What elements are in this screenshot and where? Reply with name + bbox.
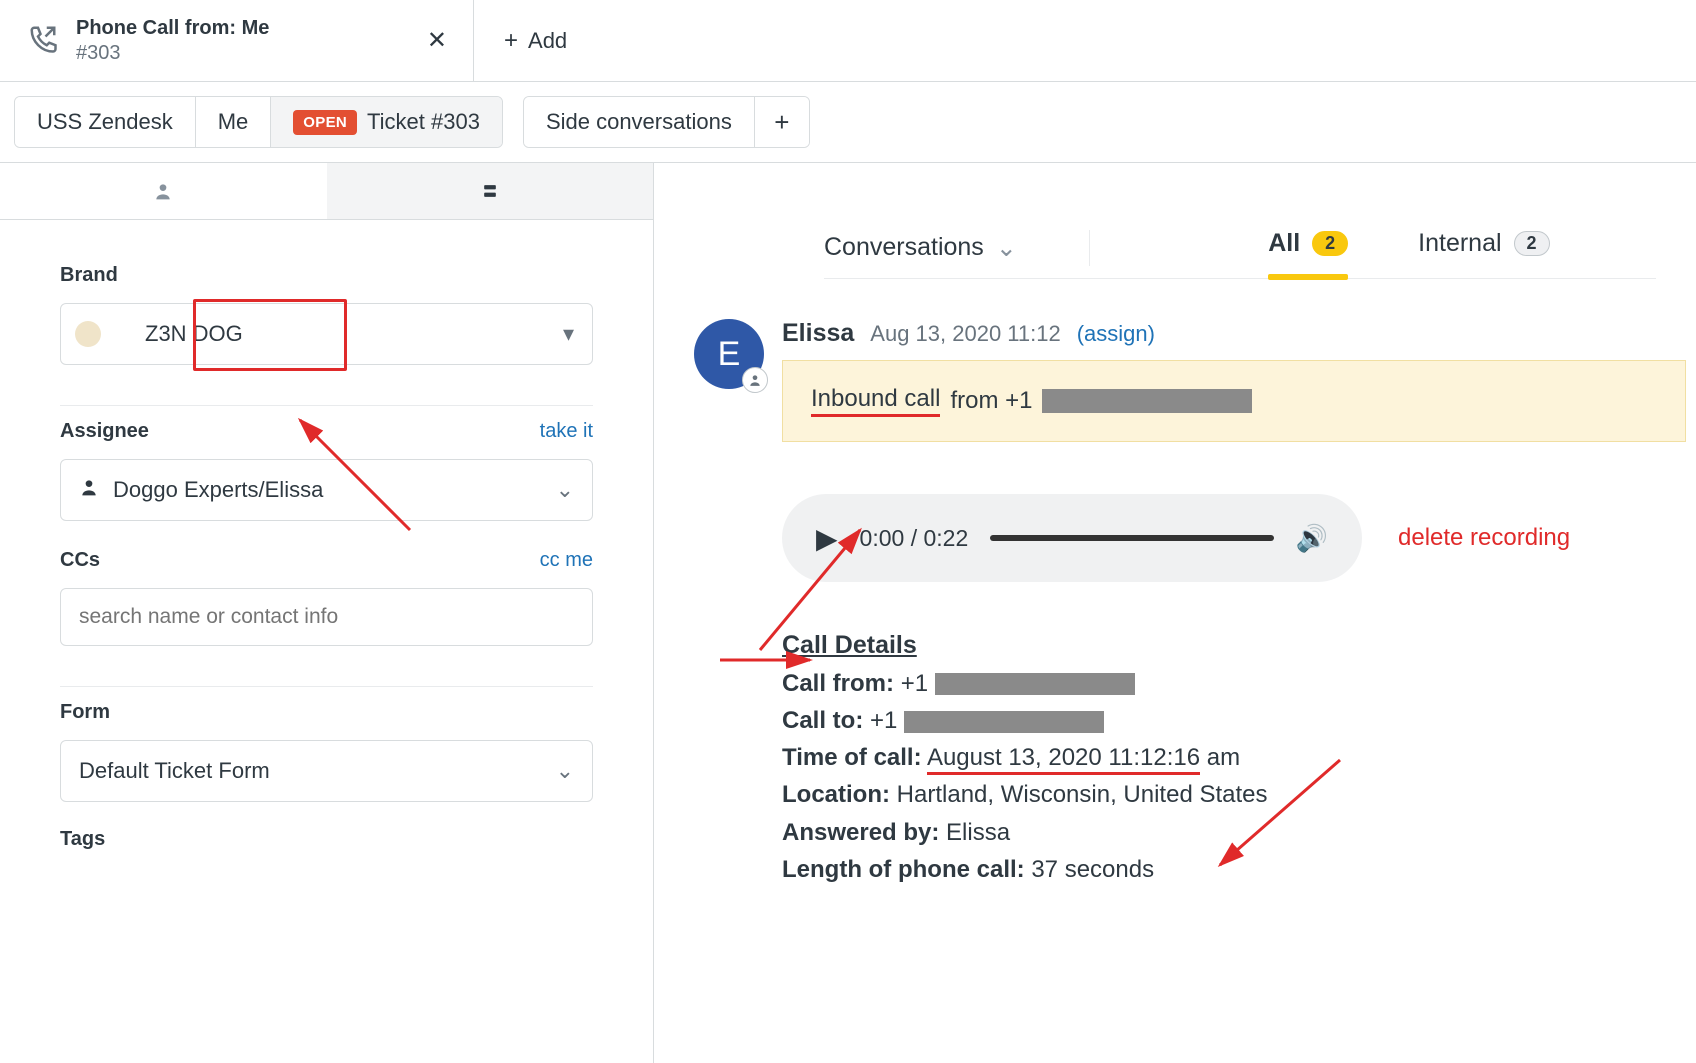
plus-icon: + <box>504 27 518 55</box>
answered-by: Elissa <box>946 819 1010 846</box>
assignee-select[interactable]: Doggo Experts/Elissa ⌄ <box>60 459 593 521</box>
sidebar-tab-requester[interactable] <box>0 163 327 219</box>
redacted-from-number <box>935 673 1135 695</box>
conversation-tabs-row: Conversations ⌄ All 2 Internal 2 <box>824 163 1656 279</box>
ccs-input[interactable] <box>60 588 593 646</box>
sidebar-tabs <box>0 163 653 220</box>
breadcrumb-ticket-label: Ticket #303 <box>367 109 480 135</box>
delete-recording-link[interactable]: delete recording <box>1398 524 1570 552</box>
brand-field-group: Brand Z3N DOG ▾ <box>60 250 593 406</box>
author-name: Elissa <box>782 319 854 348</box>
sidebar-tab-forms[interactable] <box>327 163 654 219</box>
add-side-conversation-button[interactable]: + <box>755 97 809 147</box>
call-location: Hartland, Wisconsin, United States <box>897 781 1268 808</box>
time-of-call: August 13, 2020 11:12:16 <box>927 744 1200 775</box>
ticket-sidebar: Brand Z3N DOG ▾ Assignee take it <box>0 163 654 1063</box>
status-badge: OPEN <box>293 110 357 135</box>
call-length: 37 seconds <box>1031 856 1154 883</box>
message-block: E Elissa Aug 13, 2020 11:12 (assign) Inb… <box>694 319 1696 888</box>
breadcrumb-user[interactable]: Me <box>196 97 272 147</box>
assignee-label: Assignee <box>60 420 149 443</box>
take-it-link[interactable]: take it <box>540 420 593 443</box>
message-header: Elissa Aug 13, 2020 11:12 (assign) <box>782 319 1686 348</box>
audio-track[interactable] <box>990 535 1273 541</box>
ccs-label: CCs <box>60 549 100 572</box>
tab-subtitle: #303 <box>76 42 403 65</box>
add-tab-button[interactable]: + Add <box>474 0 597 81</box>
phone-incoming-icon <box>28 24 58 57</box>
note-prefix: Inbound call <box>811 385 940 417</box>
breadcrumb-row: USS Zendesk Me OPEN Ticket #303 Side con… <box>0 82 1696 163</box>
form-select[interactable]: Default Ticket Form ⌄ <box>60 740 593 802</box>
volume-icon[interactable]: 🔊 <box>1296 523 1328 554</box>
audio-time: 0:00 / 0:22 <box>860 525 969 552</box>
cc-me-link[interactable]: cc me <box>540 549 593 572</box>
side-conversations-button[interactable]: Side conversations <box>524 97 755 147</box>
message-date: Aug 13, 2020 11:12 <box>870 321 1060 347</box>
ticket-tab[interactable]: Phone Call from: Me #303 ✕ <box>0 0 474 81</box>
brand-select[interactable]: Z3N DOG ▾ <box>60 303 593 365</box>
conversations-dropdown[interactable]: Conversations ⌄ <box>824 233 1017 263</box>
note-from: from +1 <box>950 387 1032 415</box>
call-details: Call Details Call from: +1 Call to: +1 T… <box>782 626 1686 888</box>
breadcrumb-group: USS Zendesk Me OPEN Ticket #303 <box>14 96 503 148</box>
add-label: Add <box>528 28 567 54</box>
close-tab-button[interactable]: ✕ <box>421 20 453 61</box>
audio-player[interactable]: ▶ 0:00 / 0:22 🔊 <box>782 494 1362 582</box>
tags-label: Tags <box>60 828 105 851</box>
call-details-header: Call Details <box>782 626 1686 665</box>
form-value: Default Ticket Form <box>79 758 270 784</box>
breadcrumb-org[interactable]: USS Zendesk <box>15 97 196 147</box>
form-field-group: Form Default Ticket Form ⌄ Tags <box>60 687 593 861</box>
assign-link[interactable]: (assign) <box>1077 321 1155 347</box>
brand-value: Z3N DOG <box>145 321 243 347</box>
chevron-down-icon: ▾ <box>563 321 574 347</box>
chevron-down-icon: ⌄ <box>556 758 574 784</box>
internal-note: Inbound call from +1 <box>782 360 1686 442</box>
person-icon <box>79 477 99 503</box>
assignee-field-group: Assignee take it Doggo Experts/Elissa ⌄ … <box>60 406 593 687</box>
play-icon[interactable]: ▶ <box>816 522 838 555</box>
top-tab-bar: Phone Call from: Me #303 ✕ + Add <box>0 0 1696 82</box>
redacted-to-number <box>904 711 1104 733</box>
side-conversations-group: Side conversations + <box>523 96 810 148</box>
conversation-pane: Conversations ⌄ All 2 Internal 2 E <box>654 163 1696 1063</box>
breadcrumb-ticket[interactable]: OPEN Ticket #303 <box>271 97 502 147</box>
tab-internal-count: 2 <box>1514 231 1550 256</box>
user-role-icon <box>742 367 768 393</box>
brand-avatar-icon <box>75 321 101 347</box>
divider <box>1089 230 1090 266</box>
tab-all[interactable]: All 2 <box>1268 229 1348 266</box>
chevron-down-icon: ⌄ <box>996 233 1017 263</box>
tab-internal[interactable]: Internal 2 <box>1418 229 1549 266</box>
tab-title: Phone Call from: Me <box>76 17 403 40</box>
chevron-down-icon: ⌄ <box>556 477 574 503</box>
tab-all-count: 2 <box>1312 231 1348 256</box>
author-avatar: E <box>694 319 764 389</box>
brand-label: Brand <box>60 264 118 287</box>
assignee-value: Doggo Experts/Elissa <box>113 477 323 503</box>
redacted-phone-number <box>1042 389 1252 413</box>
form-label: Form <box>60 701 110 724</box>
